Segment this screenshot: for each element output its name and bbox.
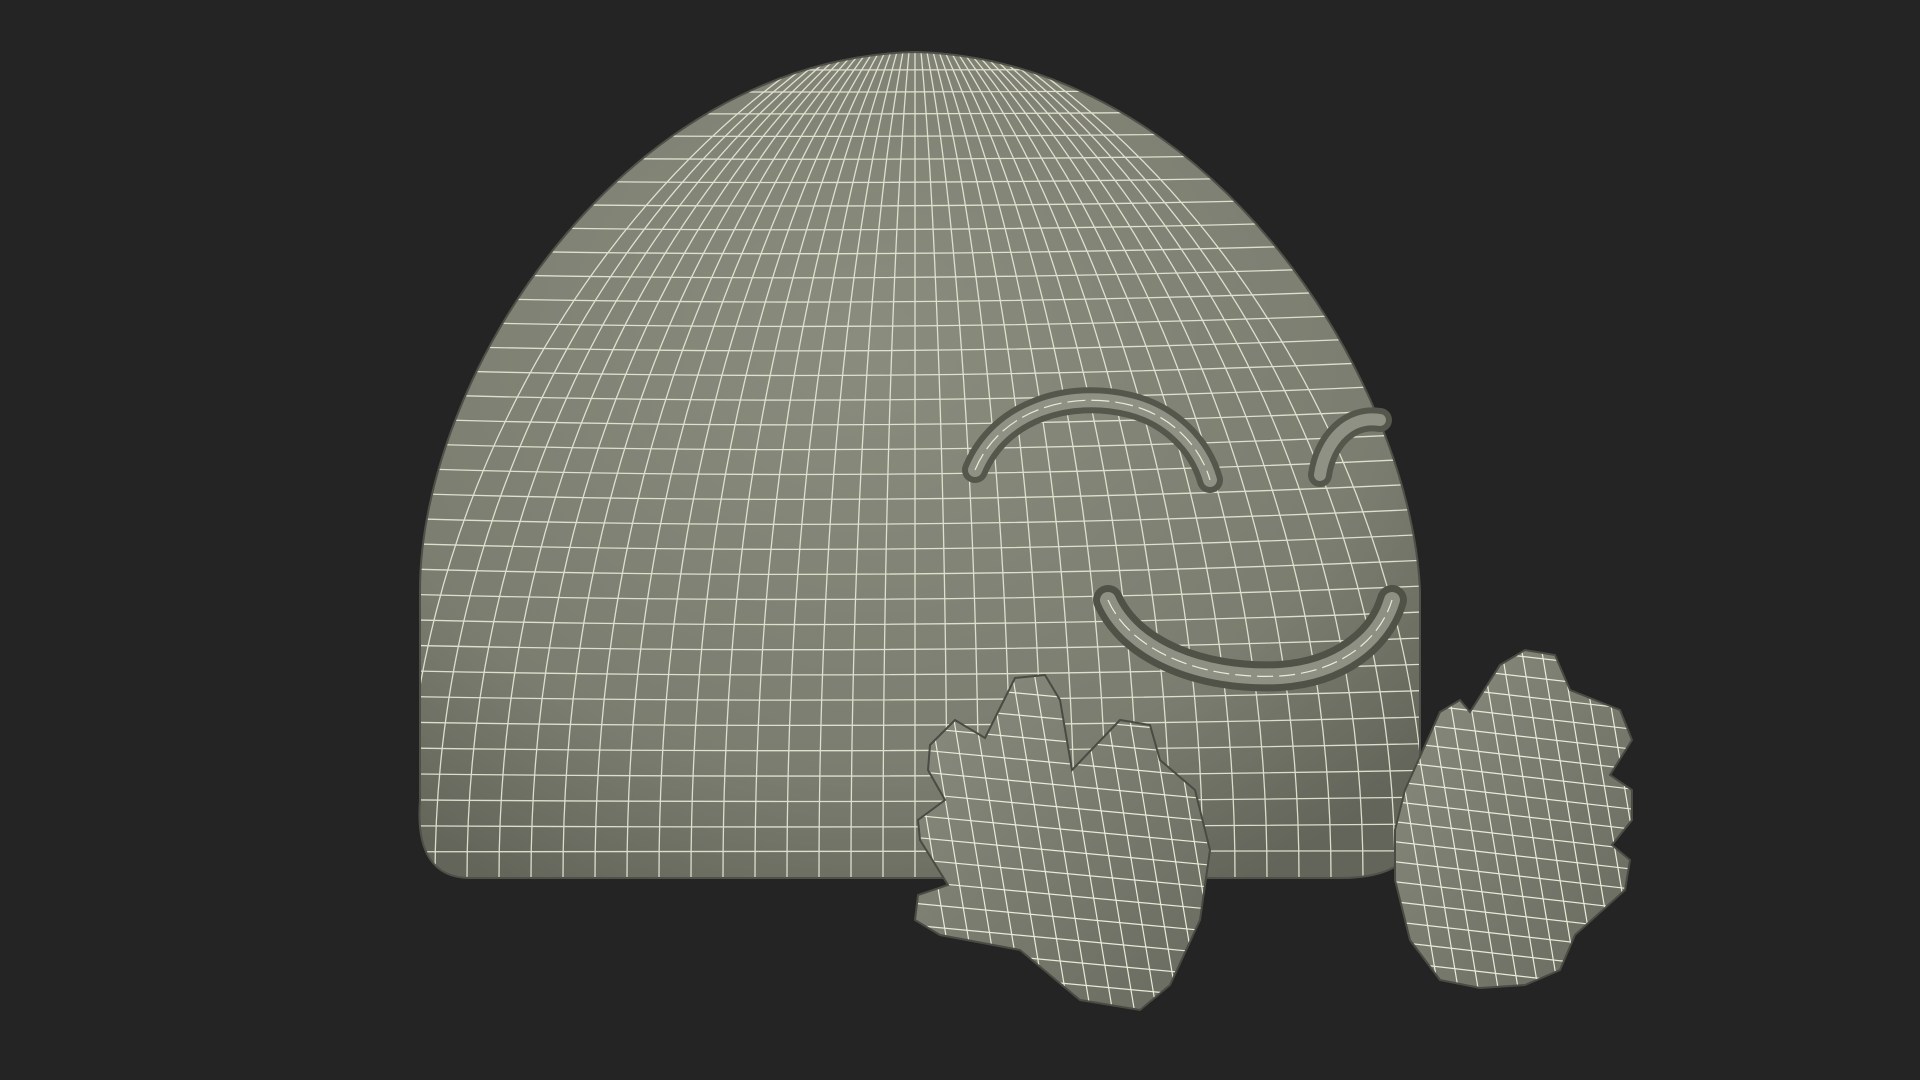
3d-wireframe-render <box>418 51 1633 1011</box>
emoji-face-mesh <box>418 51 1421 879</box>
right-hand-mesh <box>1394 649 1633 989</box>
render-viewport <box>0 0 1920 1080</box>
